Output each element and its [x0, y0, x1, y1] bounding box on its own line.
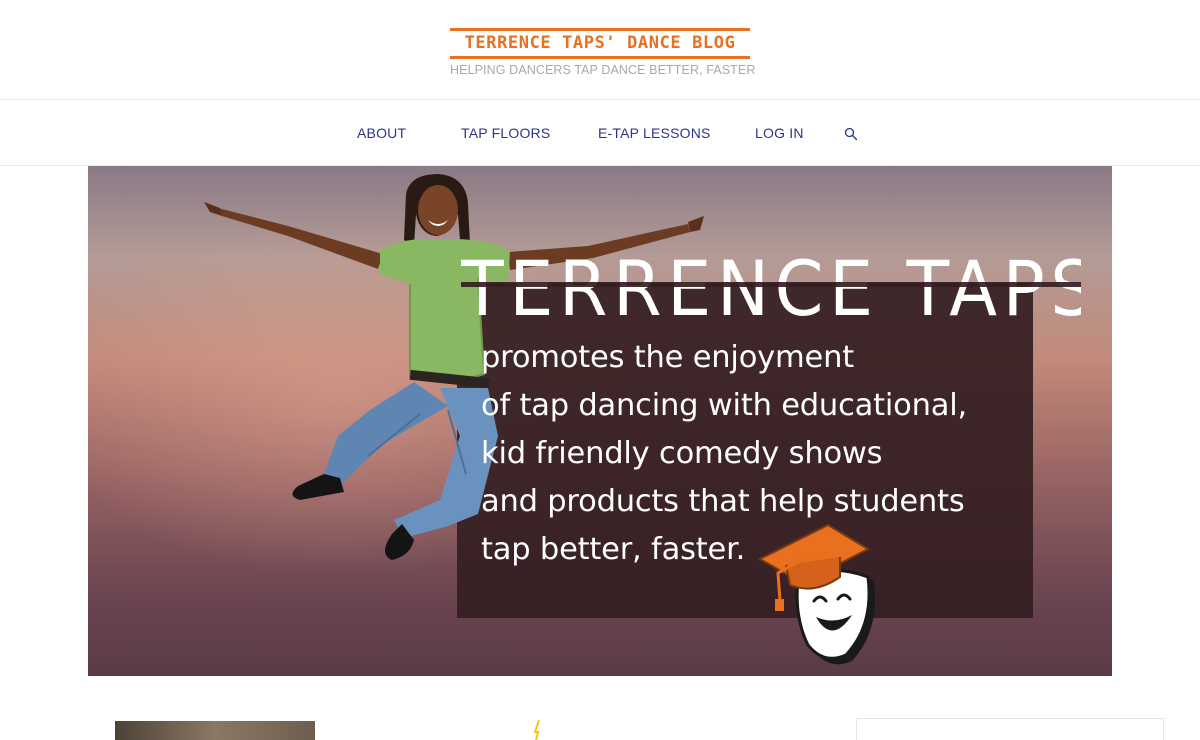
hero-line: of tap dancing with educational,: [481, 388, 968, 423]
hero-line: promotes the enjoyment: [481, 340, 854, 375]
nav-item-about[interactable]: ABOUT: [357, 125, 406, 141]
hero-line: tap better, faster.: [481, 532, 746, 567]
site-logo[interactable]: TERRENCE TAPS' DANCE BLOG HELPING DANCER…: [450, 28, 756, 80]
main-navigation: ABOUT TAP FLOORS E-TAP LESSONS LOG IN: [0, 100, 1200, 166]
mascot-mask-icon: [757, 523, 876, 665]
logo-rule-top: [450, 28, 750, 31]
search-icon[interactable]: [844, 127, 858, 141]
nav-item-e-tap-lessons[interactable]: E-TAP LESSONS: [598, 125, 711, 141]
nav-item-log-in[interactable]: LOG IN: [755, 125, 804, 141]
site-tagline: HELPING DANCERS TAP DANCE BETTER, FASTER: [450, 63, 756, 77]
lightning-icon: [533, 720, 540, 740]
hero-headline: TERRENCE TAPS: [461, 244, 1081, 334]
logo-rule-bottom: [450, 56, 750, 59]
hero-line: and products that help students: [481, 484, 965, 519]
hero-line: kid friendly comedy shows: [481, 436, 883, 471]
site-title: TERRENCE TAPS' DANCE BLOG: [464, 33, 736, 53]
nav-item-tap-floors[interactable]: TAP FLOORS: [461, 125, 550, 141]
site-header: TERRENCE TAPS' DANCE BLOG HELPING DANCER…: [0, 0, 1200, 100]
hero-tagline-block: promotes the enjoyment of tap dancing wi…: [481, 334, 1021, 574]
sidebar-widget: [856, 718, 1164, 740]
hero-banner: TERRENCE TAPS promotes the enjoyment of …: [88, 166, 1112, 676]
post-thumbnail[interactable]: [115, 721, 315, 740]
headline-stripe: [461, 282, 1081, 287]
post-thumbnail-image: [115, 721, 315, 740]
